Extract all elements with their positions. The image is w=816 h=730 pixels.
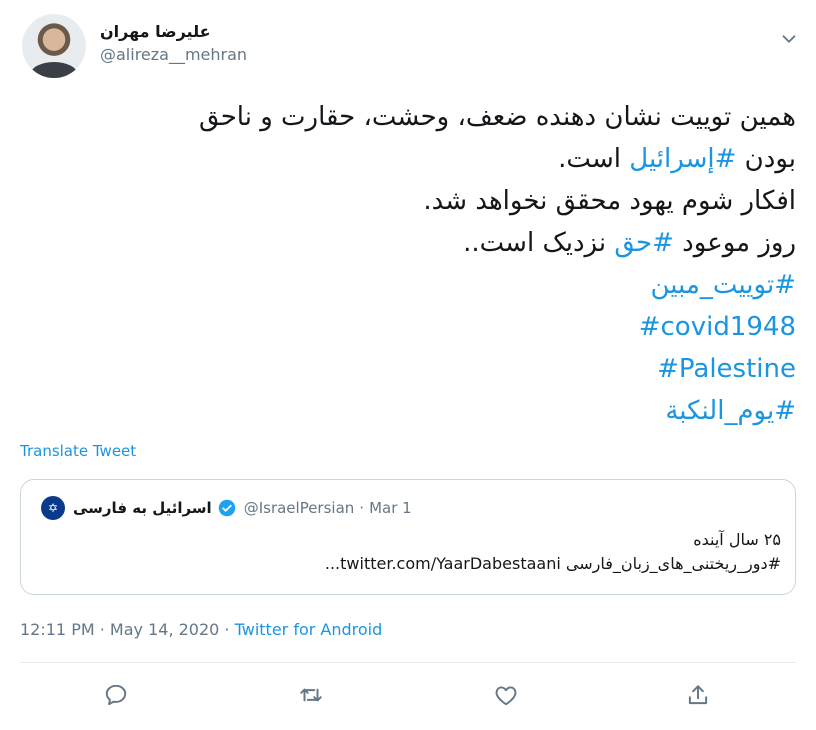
tweet-line: همین توییت نشان دهنده ضعف، وحشت، حقارت و… [199, 102, 796, 132]
chevron-down-icon[interactable] [778, 28, 800, 50]
verified-badge-icon [218, 499, 235, 517]
author-names: علیرضا مهران @alireza__mehran [100, 22, 247, 64]
tweet-text: همین توییت نشان دهنده ضعف، وحشت، حقارت و… [36, 96, 796, 432]
display-name[interactable]: علیرضا مهران [100, 22, 247, 41]
tweet-text-fragment: نزدیک است.. [463, 228, 615, 258]
tweet-text-fragment: روز موعود [673, 228, 796, 258]
quoted-line: #دور_ریختنی_های_زبان_فارسی twitter.com/Y… [41, 552, 781, 576]
quoted-link: twitter.com/YaarDabestaani... [324, 554, 566, 573]
quoted-tweet-text: ۲۵ سال آینده #دور_ریختنی_های_زبان_فارسی … [41, 528, 781, 576]
source-app-link[interactable]: Twitter for Android [235, 620, 383, 639]
quoted-display-name[interactable]: اسرائیل به فارسی [73, 499, 212, 517]
star-of-david-icon: ✡ [47, 501, 59, 515]
share-icon[interactable] [685, 682, 711, 708]
hashtag-link[interactable]: #یوم_النکبة [36, 390, 796, 432]
hashtag-link[interactable]: #توییت_مبین [36, 264, 796, 306]
meta-separator: · [94, 620, 110, 639]
action-bar [20, 670, 796, 722]
hashtag-link[interactable]: #Palestine [36, 348, 796, 390]
quoted-avatar[interactable]: ✡ [41, 496, 65, 520]
tweet-line: افکار شوم یهود محقق نخواهد شد. [423, 186, 796, 216]
tweet-header: علیرضا مهران @alireza__mehran [20, 12, 800, 82]
hashtag-link[interactable]: #إسرائيل [629, 144, 736, 174]
tweet-date[interactable]: May 14, 2020 [110, 620, 219, 639]
user-handle[interactable]: @alireza__mehran [100, 45, 247, 64]
hashtag-link[interactable]: #covid1948 [36, 306, 796, 348]
avatar-photo [30, 62, 78, 78]
meta-separator: · [219, 620, 235, 639]
tweet-line: بودن #إسرائيل است. [36, 138, 796, 180]
quoted-tweet-card[interactable]: ✡ اسرائیل به فارسی @IsraelPersian · Mar … [20, 479, 796, 595]
quoted-handle[interactable]: @IsraelPersian [244, 499, 355, 517]
tweet-metadata: 12:11 PM · May 14, 2020 · Twitter for An… [20, 620, 382, 639]
quoted-hashtag: #دور_ریختنی_های_زبان_فارسی [565, 554, 781, 573]
quoted-line: ۲۵ سال آینده [693, 530, 781, 549]
quoted-date: Mar 1 [369, 499, 412, 517]
heart-icon[interactable] [493, 682, 519, 708]
avatar[interactable] [22, 14, 86, 78]
tweet-text-fragment: است. [558, 144, 630, 174]
tweet-time[interactable]: 12:11 PM [20, 620, 95, 639]
tweet-text-fragment: بودن [736, 144, 796, 174]
retweet-icon[interactable] [298, 682, 324, 708]
hashtag-link[interactable]: #حق [614, 228, 674, 258]
tweet-line: روز موعود #حق نزدیک است.. [36, 222, 796, 264]
divider [20, 662, 796, 663]
translate-tweet-link[interactable]: Translate Tweet [20, 442, 136, 460]
quoted-tweet-header: ✡ اسرائیل به فارسی @IsraelPersian · Mar … [41, 496, 412, 520]
reply-icon[interactable] [103, 682, 129, 708]
meta-separator: · [359, 499, 365, 517]
